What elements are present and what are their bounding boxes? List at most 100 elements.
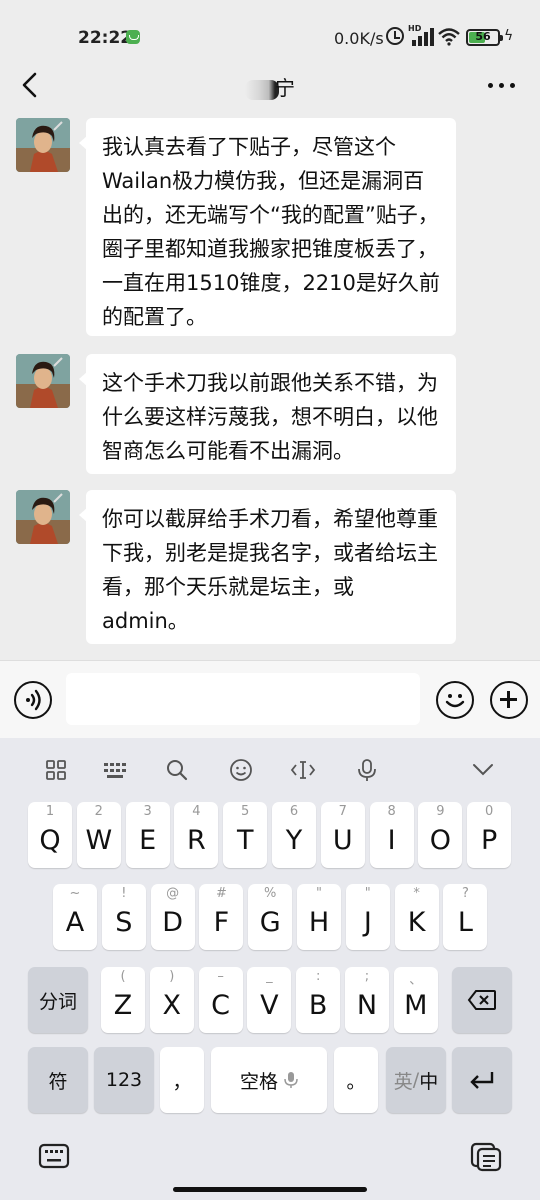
key-secondary-label: 2: [94, 804, 103, 819]
key-b[interactable]: :B: [296, 967, 341, 1033]
key-label: L: [457, 906, 473, 938]
cursor-icon[interactable]: [289, 756, 317, 784]
key-secondary-label: 、: [409, 973, 423, 988]
search-icon[interactable]: [163, 756, 191, 784]
key-label: O: [429, 824, 452, 856]
chat-input-bar: [0, 660, 540, 738]
avatar[interactable]: [16, 490, 70, 544]
key-secondary-label: 5: [241, 804, 250, 819]
key-j[interactable]: " J: [345, 884, 390, 950]
key-secondary-label: 0: [485, 804, 494, 819]
notification-app-icon: [126, 30, 140, 44]
numbers-key[interactable]: 123: [94, 1047, 154, 1113]
key-secondary-label: %: [264, 886, 277, 901]
key-label: K: [407, 906, 426, 938]
key-label: N: [356, 989, 378, 1021]
space-key[interactable]: 空格: [211, 1047, 327, 1113]
key-secondary-label: (: [120, 969, 126, 984]
key-i[interactable]: 8I: [369, 802, 414, 868]
key-d[interactable]: @ D: [150, 884, 195, 950]
message-bubble[interactable]: 你可以截屏给手术刀看，希望他尊重下我，别老是提我名字，或者给坛主看，那个天乐就是…: [79, 490, 456, 644]
avatar[interactable]: [16, 118, 70, 172]
key-label: Y: [285, 824, 303, 856]
key-secondary-label: #: [215, 886, 227, 901]
key-label: E: [139, 824, 157, 856]
message-bubble[interactable]: 这个手术刀我以前跟他关系不错，为什么要这样污蔑我，想不明白，以他智商怎么可能看不…: [79, 354, 456, 474]
charging-icon: ϟ: [504, 28, 514, 44]
more-options-icon[interactable]: [488, 82, 516, 90]
key-label: Q: [39, 824, 61, 856]
grid-icon[interactable]: [42, 756, 70, 784]
key-o[interactable]: 9O: [418, 802, 463, 868]
key-e[interactable]: 3E: [125, 802, 170, 868]
key-secondary-label: ;: [364, 969, 370, 984]
key-secondary-label: ": [364, 886, 371, 901]
message-input[interactable]: [66, 673, 420, 725]
key-label: B: [308, 989, 328, 1021]
avatar[interactable]: [16, 354, 70, 408]
mic-icon[interactable]: [353, 756, 381, 784]
key-m[interactable]: 、 M: [393, 967, 438, 1033]
voice-input-button[interactable]: [14, 681, 52, 719]
enter-key[interactable]: [452, 1047, 512, 1113]
key-label: J: [363, 906, 372, 938]
backspace-key[interactable]: [452, 967, 512, 1033]
key-secondary-label: 1: [45, 804, 55, 819]
key-r[interactable]: 4R: [174, 802, 219, 868]
key-s[interactable]: ! S: [101, 884, 146, 950]
key-label: F: [213, 906, 230, 938]
key-secondary-label: 7: [338, 804, 347, 819]
battery-icon: 56: [466, 29, 503, 46]
key-label: S: [115, 906, 133, 938]
key-g[interactable]: % G: [248, 884, 293, 950]
split-word-key[interactable]: 分词: [28, 967, 88, 1033]
key-n[interactable]: ; N: [345, 967, 389, 1033]
key-secondary-label: 4: [192, 804, 201, 819]
network-speed: 0.0K/s: [334, 29, 384, 48]
key-secondary-label: *: [413, 886, 420, 901]
comma-key[interactable]: ，: [160, 1047, 204, 1113]
period-key[interactable]: 。: [334, 1047, 378, 1113]
key-secondary-label: :: [315, 969, 321, 984]
key-label: V: [260, 989, 279, 1021]
key-c[interactable]: – C: [198, 967, 243, 1033]
key-label: G: [259, 906, 281, 938]
key-secondary-label: @: [166, 886, 180, 901]
key-label: H: [308, 906, 330, 938]
message-bubble[interactable]: 我认真去看了下贴子，尽管这个Wailan极力模仿我，但还是漏洞百出的，还无端写个…: [79, 118, 456, 336]
key-secondary-label: –: [217, 969, 224, 984]
space-mic-icon: [284, 1072, 298, 1088]
key-w[interactable]: 2W: [76, 802, 121, 868]
key-u[interactable]: 7U: [320, 802, 365, 868]
key-p[interactable]: 0P: [467, 802, 512, 868]
key-secondary-label: ": [316, 886, 322, 901]
key-v[interactable]: _ V: [247, 967, 292, 1033]
smiley-face-icon: [445, 694, 465, 708]
key-k[interactable]: * K: [394, 884, 439, 950]
key-z[interactable]: (Z: [101, 967, 145, 1033]
language-switch-key[interactable]: 英 / 中: [386, 1047, 446, 1113]
smiley-icon[interactable]: [227, 756, 255, 784]
key-secondary-label: 6: [289, 804, 299, 819]
add-attachment-button[interactable]: [490, 681, 528, 719]
key-t[interactable]: 5T: [223, 802, 268, 868]
key-x[interactable]: ) X: [149, 967, 194, 1033]
key-label: P: [481, 824, 498, 856]
key-l[interactable]: ? L: [443, 884, 488, 950]
symbols-key[interactable]: 符: [28, 1047, 88, 1113]
switch-keyboard-icon[interactable]: [38, 1142, 70, 1174]
key-label: I: [387, 824, 396, 856]
keyboard-layout-icon[interactable]: [101, 756, 129, 784]
key-q[interactable]: 1Q: [28, 802, 72, 868]
cell-signal-icon: [410, 28, 434, 46]
clipboard-icon[interactable]: [470, 1142, 502, 1176]
key-f[interactable]: # F: [199, 884, 244, 950]
collapse-keyboard-icon[interactable]: [469, 756, 497, 784]
key-label: M: [404, 989, 428, 1021]
emoji-button[interactable]: [436, 681, 474, 719]
key-h[interactable]: " H: [297, 884, 341, 950]
key-secondary-label: !: [121, 886, 127, 901]
avatar-image: [16, 354, 70, 408]
key-a[interactable]: ~ A: [53, 884, 97, 950]
key-y[interactable]: 6Y: [272, 802, 316, 868]
